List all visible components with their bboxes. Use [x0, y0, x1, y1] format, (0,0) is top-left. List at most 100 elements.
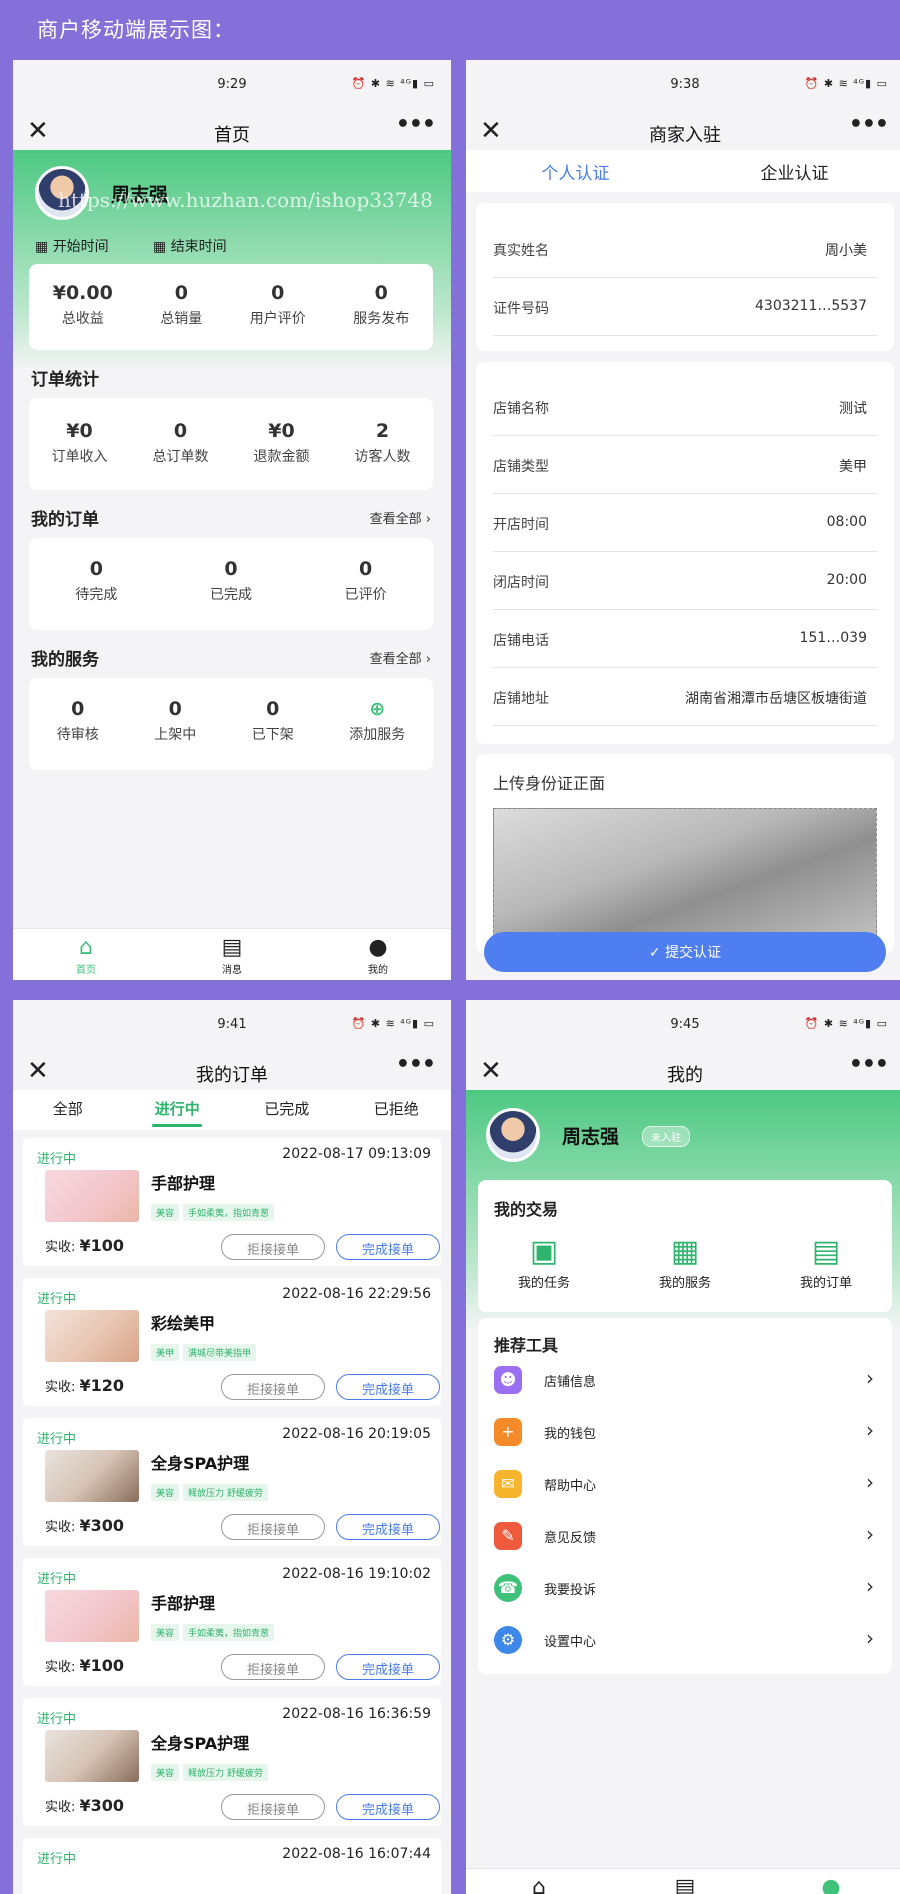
complete-order-button[interactable]: 完成接单	[336, 1514, 440, 1540]
complete-order-button[interactable]: 完成接单	[336, 1234, 440, 1260]
tab-company-auth[interactable]: 企业认证	[685, 150, 900, 192]
slogan-tag: 释放压力 舒缓疲劳	[183, 1484, 268, 1501]
field-shop-type[interactable]: 店铺类型 美甲	[493, 436, 877, 494]
field-close-time[interactable]: 闭店时间 20:00	[493, 552, 877, 610]
field-label: 店铺类型	[493, 459, 549, 475]
end-time-button[interactable]: ▦ 结束时间	[153, 236, 227, 256]
more-icon[interactable]: •••	[396, 1052, 436, 1077]
calendar-list-icon: ▦	[670, 1234, 700, 1269]
field-value: 周小美	[825, 243, 867, 259]
tab-label: 首页	[76, 965, 96, 976]
tab-home[interactable]: ⌂首页	[13, 929, 159, 980]
id-photo-upload[interactable]	[493, 808, 877, 948]
summary-item[interactable]: ¥0.00 总收益	[53, 282, 113, 350]
reject-order-button[interactable]: 拒接接单	[221, 1794, 325, 1820]
submit-auth-button[interactable]: ✓ 提交认证	[484, 932, 886, 972]
field-shop-address[interactable]: 店铺地址 湖南省湘潭市岳塘区板塘街道	[493, 668, 877, 726]
summary-item[interactable]: 0 总销量	[160, 282, 202, 350]
service-name: 全身SPA护理	[151, 1734, 250, 1753]
tab-messages[interactable]: ▤消息	[612, 1869, 758, 1894]
category-tag: 美容	[151, 1204, 180, 1221]
my-tasks-button[interactable]: ▣ 我的任务	[484, 1232, 604, 1291]
my-trade-card: 我的交易 ▣ 我的任务 ▦ 我的服务 ▤ 我的订单	[478, 1180, 892, 1312]
service-item[interactable]: 0 待审核	[57, 698, 99, 770]
order-card[interactable]: 进行中 2022-08-16 16:36:59 全身SPA护理 美容 释放压力 …	[23, 1698, 441, 1826]
phone-home: 9:29 ⏰ ✱ ≋ ⁴ᴳ▮ ▭ ✕ 首页 ••• https://www.hu…	[13, 60, 451, 980]
start-time-button[interactable]: ▦ 开始时间	[35, 236, 109, 256]
category-tag: 美甲	[151, 1344, 180, 1361]
service-name: 手部护理	[151, 1174, 216, 1193]
avatar[interactable]	[486, 1108, 540, 1162]
my-services-button[interactable]: ▦ 我的服务	[625, 1232, 745, 1291]
headset-icon: ☎	[494, 1574, 522, 1602]
status-badge: 未入驻	[642, 1126, 690, 1147]
order-item[interactable]: 0 已完成	[210, 558, 252, 630]
field-open-time[interactable]: 开店时间 08:00	[493, 494, 877, 552]
summary-item[interactable]: 0 服务发布	[353, 282, 409, 350]
tab-home[interactable]: ⌂首页	[466, 1869, 612, 1894]
field-value: 20:00	[826, 572, 867, 588]
page-title: 首页	[214, 125, 250, 146]
plus-circle-icon: ⊕	[369, 698, 386, 720]
complete-order-button[interactable]: 完成接单	[336, 1794, 440, 1820]
order-stats-title: 订单统计	[31, 370, 99, 390]
tab-rejected[interactable]: 已拒绝	[342, 1090, 452, 1130]
reject-order-button[interactable]: 拒接接单	[221, 1514, 325, 1540]
add-service-button[interactable]: ⊕ 添加服务	[349, 698, 405, 770]
field-real-name[interactable]: 真实姓名 周小美	[493, 220, 877, 278]
message-icon: ▤	[221, 935, 243, 960]
tab-mine[interactable]: ●我的	[758, 1869, 900, 1894]
reject-order-button[interactable]: 拒接接单	[221, 1654, 325, 1680]
tool-shop-info[interactable]: ☻ 店铺信息 ›	[494, 1364, 874, 1404]
summary-item[interactable]: 0 用户评价	[250, 282, 306, 350]
tab-all[interactable]: 全部	[13, 1090, 123, 1130]
reject-order-button[interactable]: 拒接接单	[221, 1374, 325, 1400]
summary-value: 0	[271, 282, 285, 304]
tab-mine[interactable]: ●我的	[305, 929, 451, 980]
field-shop-phone[interactable]: 店铺电话 151…039	[493, 610, 877, 668]
tab-completed[interactable]: 已完成	[232, 1090, 342, 1130]
summary-value: 0	[374, 282, 388, 304]
order-item[interactable]: 0 待完成	[75, 558, 117, 630]
order-card[interactable]: 进行中 2022-08-17 09:13:09 手部护理 美容 手如柔荑，指如青…	[23, 1138, 441, 1266]
field-shop-name[interactable]: 店铺名称 测试	[493, 378, 877, 436]
reject-order-button[interactable]: 拒接接单	[221, 1234, 325, 1260]
service-item[interactable]: 0 上架中	[154, 698, 196, 770]
tab-personal-auth[interactable]: 个人认证	[466, 150, 685, 192]
status-bar: 9:29 ⏰ ✱ ≋ ⁴ᴳ▮ ▭	[13, 60, 451, 106]
my-orders-button[interactable]: ▤ 我的订单	[766, 1232, 886, 1291]
page-title: 我的	[667, 1065, 703, 1086]
order-card[interactable]: 进行中 2022-08-16 19:10:02 手部护理 美容 手如柔荑，指如青…	[23, 1558, 441, 1686]
tool-feedback[interactable]: ✎ 意见反馈 ›	[494, 1520, 874, 1560]
field-label: 真实姓名	[493, 243, 549, 259]
tab-messages[interactable]: ▤消息	[159, 929, 305, 980]
tool-wallet[interactable]: + 我的钱包 ›	[494, 1416, 874, 1456]
order-card[interactable]: 进行中 2022-08-16 16:07:44	[23, 1838, 441, 1894]
tab-bar: ⌂ 首页 ▤ 消息 ● 我的	[13, 928, 451, 980]
order-filter-tabs: 全部 进行中 已完成 已拒绝	[13, 1090, 451, 1130]
tool-help-center[interactable]: ✉ 帮助中心 ›	[494, 1468, 874, 1508]
price-value: ¥120	[79, 1376, 125, 1395]
order-status: 进行中	[37, 1852, 77, 1867]
end-time-label: 结束时间	[170, 239, 227, 255]
service-name: 手部护理	[151, 1594, 216, 1613]
page-title: 我的订单	[196, 1065, 268, 1086]
order-card[interactable]: 进行中 2022-08-16 20:19:05 全身SPA护理 美容 释放压力 …	[23, 1418, 441, 1546]
service-count: 0	[168, 698, 182, 720]
view-all-orders-link[interactable]: 查看全部 ›	[370, 508, 431, 527]
tool-complaint[interactable]: ☎ 我要投诉 ›	[494, 1572, 874, 1612]
view-all-services-link[interactable]: 查看全部 ›	[370, 648, 431, 667]
complete-order-button[interactable]: 完成接单	[336, 1374, 440, 1400]
tab-in-progress[interactable]: 进行中	[123, 1090, 233, 1130]
more-icon[interactable]: •••	[849, 1052, 889, 1077]
field-id-number[interactable]: 证件号码 4303211…5537	[493, 278, 877, 336]
more-icon[interactable]: •••	[849, 112, 889, 137]
order-card[interactable]: 进行中 2022-08-16 22:29:56 彩绘美甲 美甲 满城尽带美指甲 …	[23, 1278, 441, 1406]
watermark: https://www.huzhan.com/ishop33748	[58, 188, 433, 212]
order-price: 实收: ¥300	[45, 1516, 124, 1535]
complete-order-button[interactable]: 完成接单	[336, 1654, 440, 1680]
tool-settings[interactable]: ⚙ 设置中心 ›	[494, 1624, 874, 1664]
order-item[interactable]: 0 已评价	[345, 558, 387, 630]
more-icon[interactable]: •••	[396, 112, 436, 137]
service-item[interactable]: 0 已下架	[252, 698, 294, 770]
